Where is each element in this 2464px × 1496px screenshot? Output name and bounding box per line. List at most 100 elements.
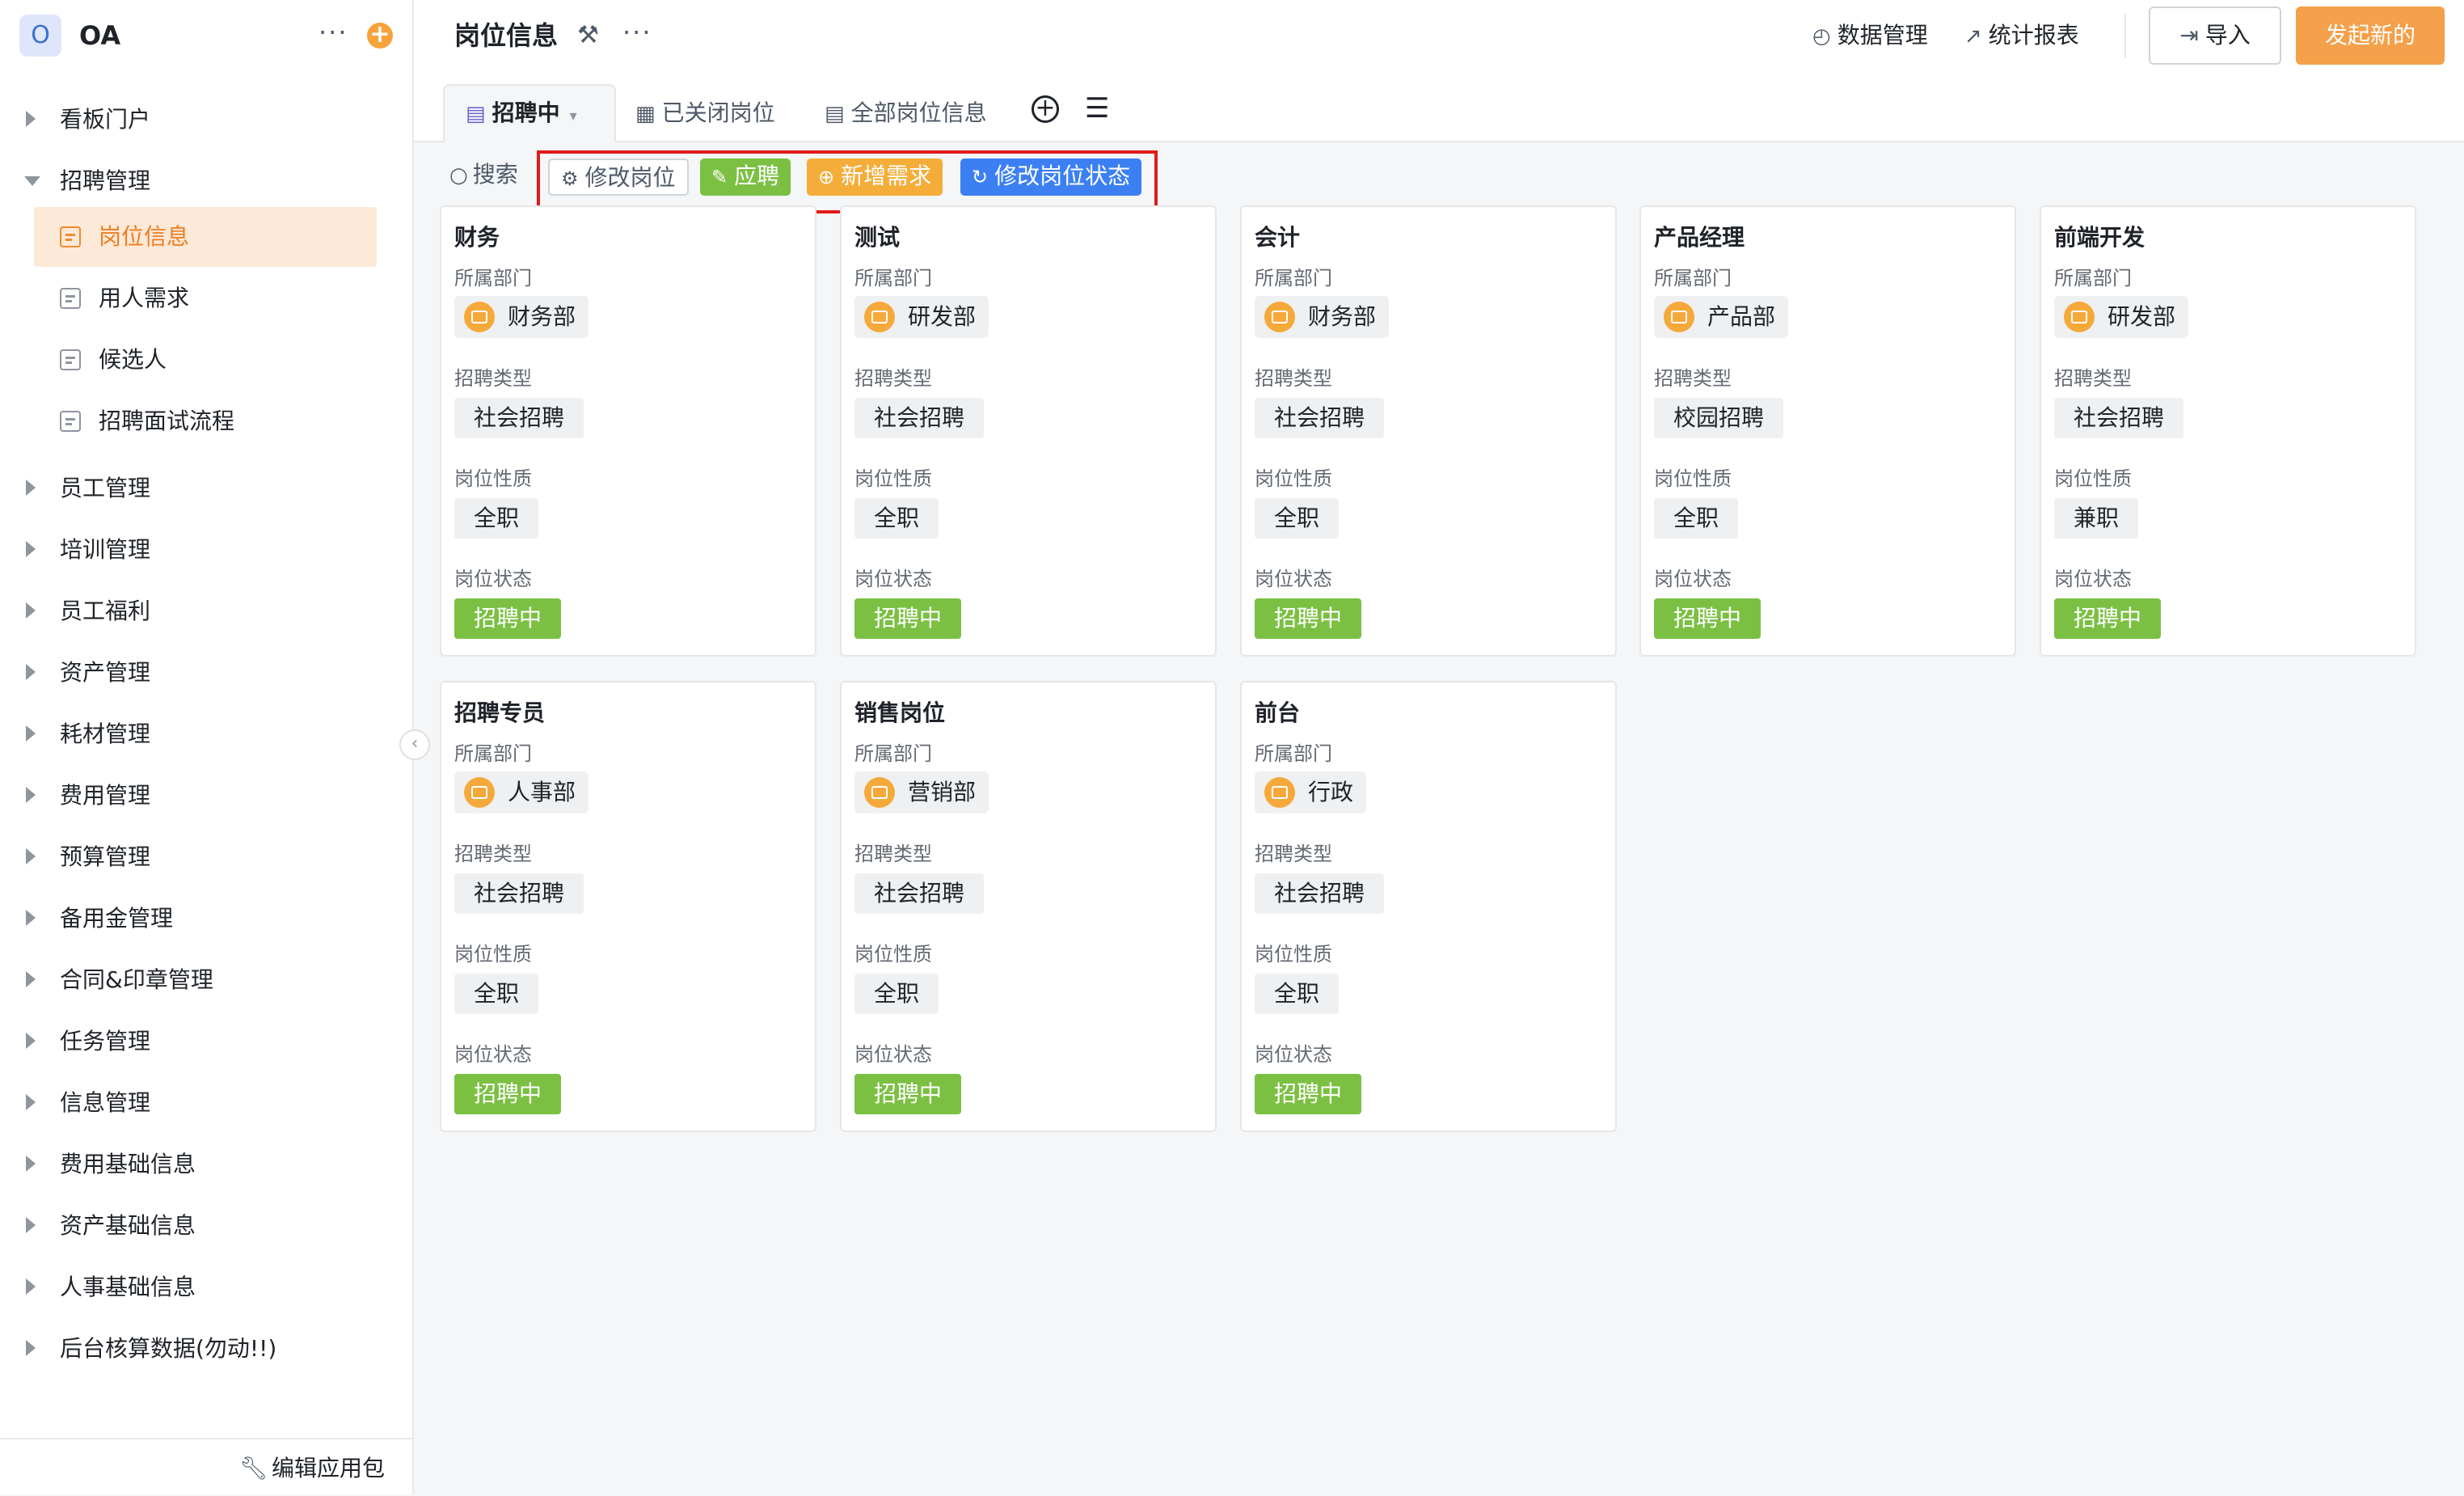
position-card[interactable]: 测试 所属部门 研发部 招聘类型 社会招聘 岗位性质 全职 岗位状态 招聘中: [840, 205, 1217, 657]
plus-circle-icon: ⊕: [818, 166, 835, 188]
plus-circle-icon[interactable]: +: [367, 23, 393, 49]
sidebar-subitem-candidates[interactable]: 候选人: [34, 330, 377, 390]
card-title: 销售岗位: [854, 699, 946, 726]
card-title: 产品经理: [1654, 224, 1745, 251]
card-title: 招聘专员: [454, 699, 546, 726]
recruit-type-tag: 社会招聘: [2054, 398, 2184, 438]
refresh-icon: ↻: [972, 166, 989, 188]
form-icon: [60, 349, 81, 370]
form-icon: [60, 411, 81, 432]
sidebar-item-recruitment[interactable]: 招聘管理: [0, 152, 412, 210]
app-logo[interactable]: O: [19, 15, 61, 57]
caret-right-icon: [26, 787, 36, 803]
sidebar-item-label: 员工管理: [60, 475, 151, 501]
position-card[interactable]: 前端开发 所属部门 研发部 招聘类型 社会招聘 岗位性质 兼职 岗位状态 招聘中: [2040, 205, 2416, 657]
add-demand-button[interactable]: ⊕ 新增需求: [807, 158, 943, 196]
sidebar-subitem-staffing-demand[interactable]: 用人需求: [34, 268, 377, 328]
sidebar-item-petty-cash[interactable]: 备用金管理: [0, 890, 412, 948]
job-nature-tag: 全职: [1255, 974, 1340, 1014]
sidebar-item-welfare[interactable]: 员工福利: [0, 582, 412, 640]
position-card[interactable]: 销售岗位 所属部门 营销部 招聘类型 社会招聘 岗位性质 全职 岗位状态 招聘中: [840, 681, 1217, 1132]
import-button[interactable]: ⇥ 导入: [2149, 6, 2281, 65]
sidebar-item-contracts-seals[interactable]: 合同&印章管理: [0, 951, 412, 1009]
sidebar-item-expense-basics[interactable]: 费用基础信息: [0, 1135, 412, 1194]
position-card[interactable]: 招聘专员 所属部门 人事部 招聘类型 社会招聘 岗位性质 全职 岗位状态 招聘中: [440, 681, 816, 1132]
department-tag[interactable]: 财务部: [1255, 296, 1390, 338]
sidebar-item-training[interactable]: 培训管理: [0, 521, 412, 579]
job-nature-tag: 全职: [454, 498, 539, 539]
edit-app-package-button[interactable]: 🔧︎ 编辑应用包: [0, 1438, 412, 1496]
divider: [2124, 13, 2126, 58]
sidebar-item-expenses[interactable]: 费用管理: [0, 767, 412, 825]
sidebar-item-label: 费用基础信息: [60, 1151, 196, 1177]
search-button[interactable]: ○ 搜索: [449, 158, 518, 192]
sidebar-subitem-interview-process[interactable]: 招聘面试流程: [34, 391, 377, 451]
recruit-type-tag: 社会招聘: [1255, 873, 1385, 914]
sidebar-item-budget[interactable]: 预算管理: [0, 828, 412, 886]
sidebar-item-hr-basics[interactable]: 人事基础信息: [0, 1258, 412, 1316]
field-label: 岗位状态: [1255, 1043, 1332, 1066]
recruit-type-tag: 社会招聘: [854, 398, 985, 438]
department-tag[interactable]: 财务部: [454, 296, 589, 338]
sidebar-item-employee[interactable]: 员工管理: [0, 459, 412, 518]
tab-recruiting[interactable]: ▤ 招聘中 ▾: [443, 84, 616, 142]
field-label: 岗位性质: [854, 467, 932, 490]
field-label: 招聘类型: [2054, 367, 2132, 390]
position-card[interactable]: 财务 所属部门 财务部 招聘类型 社会招聘 岗位性质 全职 岗位状态 招聘中: [440, 205, 816, 657]
apply-button[interactable]: ✎ 应聘: [700, 158, 791, 196]
department-icon: [864, 302, 895, 332]
status-badge: 招聘中: [1654, 598, 1762, 639]
position-card[interactable]: 前台 所属部门 行政 招聘类型 社会招聘 岗位性质 全职 岗位状态 招聘中: [1240, 681, 1617, 1132]
wrench-icon[interactable]: ⚒︎: [577, 18, 599, 53]
ellipsis-icon[interactable]: ···: [319, 16, 348, 49]
department-tag[interactable]: 营销部: [854, 771, 989, 814]
caret-right-icon: [26, 1217, 36, 1233]
kanban-icon: ▤: [466, 102, 486, 126]
sidebar-item-information[interactable]: 信息管理: [0, 1074, 412, 1132]
change-status-button[interactable]: ↻ 修改岗位状态: [960, 158, 1142, 196]
add-view-icon[interactable]: +: [1032, 95, 1059, 123]
field-label: 岗位性质: [2054, 467, 2132, 490]
form-icon: [60, 288, 81, 309]
ellipsis-icon[interactable]: ···: [622, 15, 652, 50]
statistics-report-button[interactable]: ↗ 统计报表: [1964, 18, 2079, 54]
sidebar-item-label: 资产管理: [60, 659, 151, 686]
edit-position-button[interactable]: ⚙ 修改岗位: [548, 158, 689, 196]
collapse-sidebar-button[interactable]: ‹: [399, 729, 430, 760]
sidebar-item-backend-accounting[interactable]: 后台核算数据(勿动!!): [0, 1320, 412, 1378]
sidebar-subitem-position-info[interactable]: 岗位信息: [34, 207, 377, 267]
sidebar-item-label: 合同&印章管理: [60, 966, 213, 993]
department-tag[interactable]: 研发部: [2054, 296, 2189, 338]
caret-right-icon: [26, 541, 36, 557]
gear-icon: ⚙: [561, 167, 579, 190]
sidebar-item-label: 备用金管理: [60, 905, 174, 932]
tab-label: 招聘中: [492, 99, 560, 126]
start-new-button[interactable]: 发起新的: [2296, 6, 2445, 65]
caret-right-icon: [26, 1156, 36, 1172]
import-icon: ⇥: [2179, 22, 2199, 49]
data-management-button[interactable]: ◴ 数据管理: [1812, 18, 1928, 54]
sidebar-item-assets[interactable]: 资产管理: [0, 644, 412, 702]
department-tag[interactable]: 产品部: [1654, 296, 1789, 338]
edit-position-label: 修改岗位: [584, 164, 676, 191]
department-tag[interactable]: 人事部: [454, 771, 589, 814]
position-card[interactable]: 产品经理 所属部门 产品部 招聘类型 校园招聘 岗位性质 全职 岗位状态 招聘中: [1639, 205, 2016, 657]
chevron-down-icon: ▾: [569, 108, 577, 125]
department-value: 研发部: [908, 303, 977, 330]
department-tag[interactable]: 研发部: [854, 296, 989, 338]
position-card[interactable]: 会计 所属部门 财务部 招聘类型 社会招聘 岗位性质 全职 岗位状态 招聘中: [1240, 205, 1617, 657]
import-label: 导入: [2205, 22, 2251, 49]
department-icon: [1264, 302, 1295, 332]
field-label: 岗位性质: [1654, 467, 1732, 490]
sidebar-item-consumables[interactable]: 耗材管理: [0, 705, 412, 763]
view-list-icon[interactable]: ☰: [1085, 92, 1109, 125]
department-tag[interactable]: 行政: [1255, 771, 1367, 814]
table-icon: ▦: [635, 102, 656, 126]
wrench-icon: 🔧︎: [239, 1455, 268, 1481]
caret-right-icon: [26, 480, 36, 496]
sidebar-item-dashboard-portal[interactable]: 看板门户: [0, 91, 412, 149]
sidebar-item-tasks[interactable]: 任务管理: [0, 1012, 412, 1071]
sidebar-item-asset-basics[interactable]: 资产基础信息: [0, 1197, 412, 1255]
edit-app-package-label: 编辑应用包: [272, 1455, 386, 1481]
field-label: 岗位状态: [854, 1043, 932, 1066]
